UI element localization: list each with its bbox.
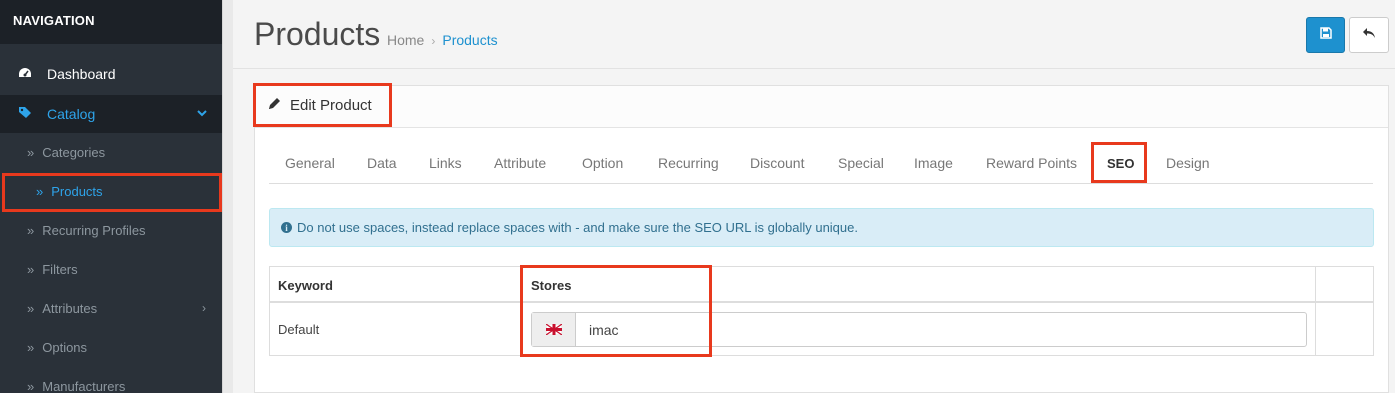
panel-heading bbox=[255, 86, 1388, 128]
save-icon bbox=[1319, 26, 1332, 44]
sidebar-item-manufacturers[interactable]: » Manufacturers bbox=[0, 367, 222, 393]
highlight-edit-product bbox=[253, 83, 392, 127]
tab-attribute[interactable]: Attribute bbox=[494, 155, 546, 171]
highlight-stores bbox=[520, 265, 712, 357]
chevron-down-icon bbox=[197, 108, 207, 120]
sidebar-item-label: Manufacturers bbox=[42, 378, 126, 393]
tab-image[interactable]: Image bbox=[914, 155, 953, 171]
sidebar-item-label: Attributes bbox=[42, 300, 98, 316]
table-header-row bbox=[270, 267, 1373, 303]
sidebar-item-recurring-profiles[interactable]: » Recurring Profiles bbox=[0, 211, 222, 249]
column-divider bbox=[1315, 267, 1316, 355]
tab-special[interactable]: Special bbox=[838, 155, 884, 171]
highlight-seo-tab bbox=[1091, 142, 1147, 183]
breadcrumb: Home › Products bbox=[387, 32, 498, 48]
sidebar-item-label: Categories bbox=[42, 144, 106, 160]
double-chevron-icon: » bbox=[27, 378, 35, 393]
store-name: Default bbox=[278, 322, 320, 337]
sidebar-item-label: Recurring Profiles bbox=[42, 222, 146, 238]
sidebar-item-catalog[interactable]: Catalog bbox=[0, 95, 222, 133]
tab-option[interactable]: Option bbox=[582, 155, 623, 171]
seo-info-alert: i Do not use spaces, instead replace spa… bbox=[269, 208, 1374, 247]
page-title: Products bbox=[254, 16, 381, 52]
header-keyword: Keyword bbox=[278, 278, 333, 293]
double-chevron-icon: » bbox=[27, 261, 35, 277]
double-chevron-icon: » bbox=[27, 300, 35, 316]
sidebar-item-filters[interactable]: » Filters bbox=[0, 250, 222, 288]
dashboard-icon bbox=[18, 67, 32, 82]
tab-discount[interactable]: Discount bbox=[750, 155, 804, 171]
sidebar-item-dashboard[interactable]: Dashboard bbox=[0, 55, 222, 93]
alert-text: Do not use spaces, instead replace space… bbox=[297, 220, 858, 235]
chevron-right-icon: › bbox=[202, 301, 206, 315]
tag-icon bbox=[18, 106, 32, 122]
tab-recurring[interactable]: Recurring bbox=[658, 155, 719, 171]
breadcrumb-separator: › bbox=[431, 34, 436, 48]
breadcrumb-home[interactable]: Home bbox=[387, 32, 424, 48]
highlight-products bbox=[2, 173, 222, 212]
tab-links[interactable]: Links bbox=[429, 155, 462, 171]
info-icon: i bbox=[281, 222, 292, 233]
sidebar-scrollbar[interactable] bbox=[222, 0, 233, 393]
breadcrumb-products[interactable]: Products bbox=[442, 32, 497, 48]
sidebar-item-label: Dashboard bbox=[47, 66, 116, 82]
double-chevron-icon: » bbox=[27, 144, 35, 160]
sidebar-item-attributes[interactable]: » Attributes › bbox=[0, 289, 222, 327]
sidebar-item-categories[interactable]: » Categories bbox=[0, 133, 222, 171]
sidebar-item-label: Filters bbox=[42, 261, 78, 277]
sidebar-item-options[interactable]: » Options bbox=[0, 328, 222, 366]
nav-header: NAVIGATION bbox=[0, 0, 233, 44]
sidebar-item-label: Options bbox=[42, 339, 88, 355]
header-divider bbox=[233, 68, 1395, 69]
tab-general[interactable]: General bbox=[285, 155, 335, 171]
double-chevron-icon: » bbox=[27, 222, 35, 238]
save-button[interactable] bbox=[1306, 17, 1345, 53]
sidebar-item-label: Catalog bbox=[47, 106, 96, 122]
reply-icon bbox=[1362, 26, 1376, 44]
back-button[interactable] bbox=[1349, 17, 1389, 53]
tab-data[interactable]: Data bbox=[367, 155, 397, 171]
double-chevron-icon: » bbox=[27, 339, 35, 355]
tab-design[interactable]: Design bbox=[1166, 155, 1210, 171]
tab-reward-points[interactable]: Reward Points bbox=[986, 155, 1077, 171]
